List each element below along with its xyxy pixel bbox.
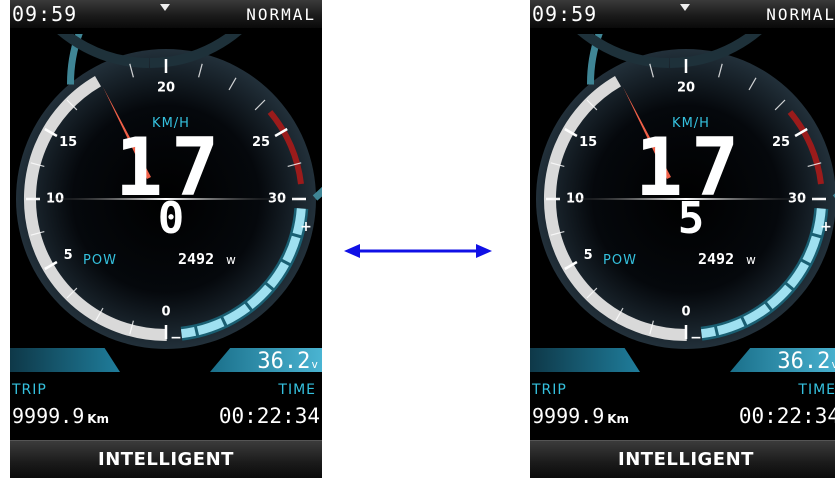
- gear-level: 0: [158, 193, 185, 244]
- power-unit: w: [746, 253, 756, 267]
- left-stripe: [10, 348, 120, 372]
- speedometer-gauge: 0 5 10 15 20 25 30 + − KM/H 17 0 POW 249…: [16, 34, 322, 349]
- voltage-value: 36.2: [777, 349, 831, 374]
- time-label: TIME: [278, 382, 316, 398]
- voltage-readout: 36.2v: [257, 349, 318, 374]
- trip-label: TRIP: [532, 382, 567, 398]
- left-stripe: [530, 348, 640, 372]
- speedometer-gauge: 0 5 10 15 20 25 30 + − KM/H 17 5 POW 249…: [536, 34, 835, 349]
- minus-sign: −: [690, 330, 702, 346]
- scale-label-0: 0: [681, 305, 690, 320]
- scale-label-25: 25: [772, 135, 790, 150]
- power-value: 2492: [698, 250, 734, 268]
- pow-label: POW: [83, 253, 117, 268]
- gear-level: 5: [678, 193, 705, 244]
- plus-sign: +: [820, 219, 832, 235]
- time-label: TIME: [798, 382, 835, 398]
- voltage-unit: v: [311, 358, 318, 371]
- scale-label-15: 15: [59, 135, 77, 150]
- scale-label-15: 15: [579, 135, 597, 150]
- power-value: 2492: [178, 250, 214, 268]
- pow-label: POW: [603, 253, 637, 268]
- ride-mode: NORMAL: [766, 5, 835, 24]
- scale-label-20: 20: [157, 81, 175, 96]
- scale-label-5: 5: [64, 248, 73, 263]
- assist-mode-label: INTELLIGENT: [98, 449, 234, 470]
- assist-mode-bar[interactable]: INTELLIGENT: [10, 440, 322, 478]
- minus-sign: −: [170, 330, 182, 346]
- clock: 09:59: [12, 2, 78, 26]
- status-bar: 09:59 NORMAL: [530, 0, 835, 28]
- power-unit: w: [226, 253, 236, 267]
- display-screen-right: 09:59 NORMAL 0 5 10 15 20 25 30 + − KM/H…: [530, 0, 835, 478]
- trip-readout: 9999.9 Km: [12, 404, 109, 428]
- assist-mode-label: INTELLIGENT: [618, 449, 754, 470]
- scale-label-20: 20: [677, 81, 695, 96]
- ride-mode: NORMAL: [246, 5, 316, 24]
- dropdown-indicator-icon[interactable]: [160, 4, 170, 11]
- trip-value: 9999.9: [532, 404, 605, 428]
- double-arrow-icon: [344, 244, 492, 258]
- scale-label-5: 5: [584, 248, 593, 263]
- voltage-value: 36.2: [257, 349, 311, 374]
- plus-sign: +: [300, 219, 312, 235]
- voltage-readout: 36.2v: [777, 349, 835, 374]
- assist-mode-bar[interactable]: INTELLIGENT: [530, 440, 835, 478]
- voltage-unit: v: [831, 358, 835, 371]
- clock: 09:59: [532, 2, 598, 26]
- trip-value: 9999.9: [12, 404, 85, 428]
- trip-unit: Km: [607, 412, 630, 426]
- dropdown-indicator-icon[interactable]: [680, 4, 690, 11]
- display-screen-left: 09:59 NORMAL 0 5 10 15 20 25 30 + − KM/H…: [10, 0, 322, 478]
- time-value: 00:22:34: [218, 404, 320, 428]
- trip-label: TRIP: [12, 382, 47, 398]
- status-bar: 09:59 NORMAL: [10, 0, 322, 28]
- scale-label-0: 0: [161, 305, 170, 320]
- scale-label-25: 25: [252, 135, 270, 150]
- trip-readout: 9999.9 Km: [532, 404, 629, 428]
- time-value: 00:22:34: [738, 404, 835, 428]
- trip-unit: Km: [87, 412, 110, 426]
